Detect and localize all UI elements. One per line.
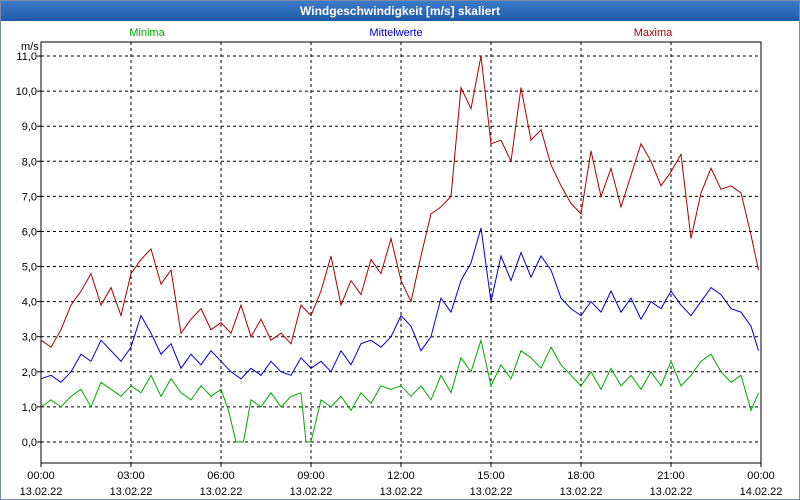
- y-tick-label: 4,0: [22, 297, 37, 309]
- legend-mittelwerte: Mittelwerte: [369, 27, 422, 39]
- x-tick-date-label: 13.02.22: [380, 486, 423, 498]
- window-title: Windgeschwindigkeit [m/s] skaliert: [1, 1, 799, 21]
- y-tick-label: 5,0: [22, 262, 37, 274]
- y-tick-label: 3,0: [22, 332, 37, 344]
- x-tick-date-label: 13.02.22: [560, 486, 603, 498]
- x-tick-date-label: 14.02.22: [740, 486, 783, 498]
- y-tick-label: 1,0: [22, 402, 37, 414]
- x-tick-time-label: 06:00: [207, 470, 235, 482]
- x-tick-date-label: 13.02.22: [200, 486, 243, 498]
- y-tick-label: 10,0: [16, 86, 37, 98]
- x-tick-time-label: 21:00: [657, 470, 685, 482]
- y-tick-label: 6,0: [22, 226, 37, 238]
- wind-speed-chart: 0,01,02,03,04,05,06,07,08,09,010,011,0m/…: [16, 27, 783, 498]
- x-tick-time-label: 15:00: [477, 470, 505, 482]
- x-tick-time-label: 09:00: [297, 470, 325, 482]
- legend-maxima: Maxima: [634, 27, 673, 39]
- series-line-minima: [40, 338, 759, 443]
- x-tick-time-label: 12:00: [387, 470, 415, 482]
- x-tick-date-label: 13.02.22: [650, 486, 693, 498]
- x-tick-date-label: 13.02.22: [290, 486, 333, 498]
- y-tick-label: 0,0: [22, 437, 37, 449]
- y-tick-label: 8,0: [22, 156, 37, 168]
- x-tick-time-label: 03:00: [117, 470, 145, 482]
- x-tick-time-label: 00:00: [27, 470, 55, 482]
- x-tick-date-label: 13.02.22: [110, 486, 153, 498]
- x-tick-date-label: 13.02.22: [470, 486, 513, 498]
- y-axis-label: m/s: [21, 41, 39, 53]
- x-tick-time-label: 18:00: [567, 470, 595, 482]
- x-tick-date-label: 13.02.22: [20, 486, 63, 498]
- y-tick-label: 9,0: [22, 121, 37, 133]
- series-line-maxima: [40, 55, 759, 348]
- legend-minima: Minima: [129, 27, 165, 39]
- y-tick-label: 2,0: [22, 367, 37, 379]
- y-tick-label: 7,0: [22, 191, 37, 203]
- x-tick-time-label: 00:00: [747, 470, 775, 482]
- chart-window: Windgeschwindigkeit [m/s] skaliert 0,0 1,…: [0, 0, 800, 500]
